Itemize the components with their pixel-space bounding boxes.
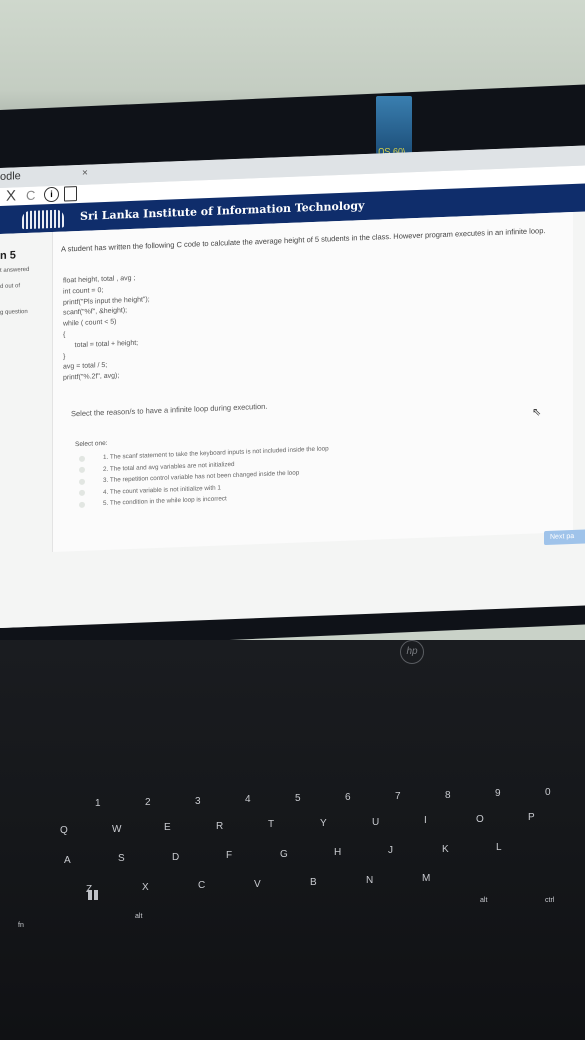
key-q[interactable]: Q xyxy=(60,825,68,836)
key-b[interactable]: B xyxy=(310,877,317,888)
key-c[interactable]: C xyxy=(198,880,205,891)
key-l[interactable]: L xyxy=(496,842,502,853)
hp-logo: hp xyxy=(400,640,424,664)
select-one-label: Select one: xyxy=(75,439,108,449)
reload-icon[interactable]: C xyxy=(26,187,35,205)
browser-tab-title[interactable]: odle xyxy=(0,170,21,183)
key-m[interactable]: M xyxy=(422,873,430,884)
key-2[interactable]: 2 xyxy=(145,797,151,808)
key-a[interactable]: A xyxy=(64,855,71,866)
stop-loading-icon[interactable]: X xyxy=(6,187,16,205)
radio-button[interactable] xyxy=(79,466,85,474)
key-w[interactable]: W xyxy=(112,824,121,835)
key-3[interactable]: 3 xyxy=(195,796,201,807)
key-h[interactable]: H xyxy=(334,847,341,858)
site-title: Sri Lanka Institute of Information Techn… xyxy=(80,199,365,223)
key-x[interactable]: X xyxy=(142,882,149,893)
question-info-panel: n 5 t answered d out of g question xyxy=(0,232,52,629)
answer-option-label: 5. The condition in the while loop is in… xyxy=(103,495,227,508)
alt-left-key[interactable]: alt xyxy=(135,913,142,920)
code-block: float height, total , avg ; int count = … xyxy=(63,273,150,384)
key-s[interactable]: S xyxy=(118,853,125,864)
question-number: n 5 xyxy=(0,249,16,262)
radio-button[interactable] xyxy=(79,501,85,508)
question-mark: d out of xyxy=(0,283,21,290)
mouse-cursor-icon: ⇖ xyxy=(532,406,542,419)
question-content: A student has written the following C co… xyxy=(52,211,573,553)
laptop-screen: odle × X C i Sri Lanka Institute of Info… xyxy=(0,145,585,629)
key-d[interactable]: D xyxy=(172,852,179,863)
answer-options: 1. The scanf statement to take the keybo… xyxy=(79,443,329,510)
key-r[interactable]: R xyxy=(216,821,223,832)
keyboard-deck xyxy=(0,640,585,1040)
key-4[interactable]: 4 xyxy=(245,794,251,805)
key-8[interactable]: 8 xyxy=(445,790,451,801)
key-o[interactable]: O xyxy=(476,814,484,825)
ctrl-right-key[interactable]: ctrl xyxy=(545,897,554,904)
key-v[interactable]: V xyxy=(254,879,261,890)
key-p[interactable]: P xyxy=(528,812,535,823)
key-y[interactable]: Y xyxy=(320,818,327,829)
key-5[interactable]: 5 xyxy=(295,793,301,804)
key-e[interactable]: E xyxy=(164,822,171,833)
windows-key-icon[interactable] xyxy=(88,890,98,900)
flag-question-link[interactable]: g question xyxy=(0,309,28,316)
radio-button[interactable] xyxy=(79,489,85,497)
key-f[interactable]: F xyxy=(226,850,232,861)
key-i[interactable]: I xyxy=(424,815,427,826)
key-0[interactable]: 0 xyxy=(545,787,551,798)
key-6[interactable]: 6 xyxy=(345,792,351,803)
key-k[interactable]: K xyxy=(442,844,449,855)
key-g[interactable]: G xyxy=(280,849,288,860)
key-u[interactable]: U xyxy=(372,817,379,828)
key-9[interactable]: 9 xyxy=(495,788,501,799)
page-icon[interactable] xyxy=(64,186,77,202)
next-page-button[interactable]: Next pa xyxy=(544,528,585,546)
key-n[interactable]: N xyxy=(366,875,373,886)
alt-right-key[interactable]: alt xyxy=(480,897,487,904)
info-icon[interactable]: i xyxy=(44,186,59,203)
key-7[interactable]: 7 xyxy=(395,791,401,802)
tab-close-icon[interactable]: × xyxy=(82,168,88,179)
radio-button[interactable] xyxy=(79,455,85,462)
question-status: t answered xyxy=(0,266,30,274)
radio-button[interactable] xyxy=(79,478,85,485)
sliit-logo[interactable] xyxy=(22,209,64,230)
key-j[interactable]: J xyxy=(388,845,393,856)
question-text: A student has written the following C co… xyxy=(61,226,546,254)
question-prompt: Select the reason/s to have a infinite l… xyxy=(71,401,268,419)
key-1[interactable]: 1 xyxy=(95,798,101,809)
fn-key[interactable]: fn xyxy=(18,922,24,929)
key-t[interactable]: T xyxy=(268,819,274,830)
code-line: printf("%.2f", avg); xyxy=(63,372,120,382)
